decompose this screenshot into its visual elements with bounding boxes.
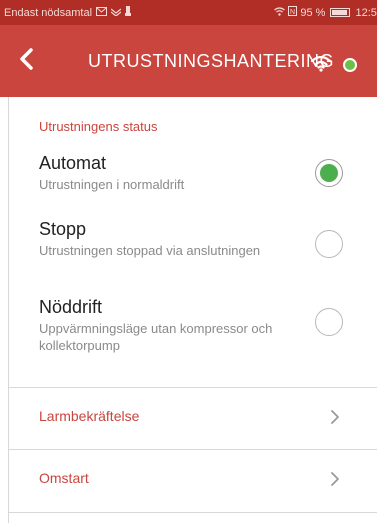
row-label: Omstart [39, 470, 89, 486]
option-title: Automat [39, 153, 107, 173]
page-title: UTRUSTNINGSHANTERING [88, 51, 335, 71]
back-button[interactable] [0, 25, 52, 97]
row-label: Larmbekräftelse [39, 408, 140, 424]
message-icon [96, 6, 108, 19]
status-bar-left: Endast nödsamtal [4, 6, 132, 19]
wifi-status-icon [274, 6, 286, 19]
notification-icon [125, 6, 132, 19]
nfc-icon: N [288, 6, 298, 19]
battery-percent: 95 % [300, 6, 326, 19]
clock: 12:55 [355, 6, 377, 19]
connection-status-indicator [343, 58, 357, 72]
option-automat[interactable]: Automat Utrustningen i normaldrift [9, 153, 377, 223]
section-header: Utrustningens status [39, 119, 158, 134]
divider [9, 512, 377, 513]
option-title: Nöddrift [39, 297, 103, 317]
option-description: Uppvärmningsläge utan kompressor och kol… [39, 321, 273, 353]
battery-icon [330, 8, 351, 17]
wifi-icon [310, 55, 332, 77]
location-icon [110, 7, 122, 19]
option-description: Utrustningen i normaldrift [39, 177, 185, 192]
carrier-text: Endast nödsamtal [4, 6, 93, 19]
restart-row[interactable]: Omstart [9, 450, 377, 510]
status-bar: Endast nödsamtal N 95 % 12:55 [0, 0, 377, 25]
chevron-right-icon [330, 471, 340, 492]
option-stopp[interactable]: Stopp Utrustningen stoppad via anslutnin… [9, 219, 377, 289]
alarm-acknowledge-row[interactable]: Larmbekräftelse [9, 388, 377, 448]
radio-selected-dot [320, 164, 338, 182]
radio-stopp[interactable] [315, 230, 343, 258]
radio-automat[interactable] [315, 159, 343, 187]
chevron-right-icon [330, 409, 340, 430]
svg-text:N: N [290, 9, 295, 16]
back-arrow-icon [17, 47, 35, 75]
radio-noddrift[interactable] [315, 308, 343, 336]
status-bar-right: N 95 % 12:55 [274, 6, 377, 19]
equipment-management-panel: Utrustningens status Automat Utrustninge… [8, 97, 377, 523]
app-bar: UTRUSTNINGSHANTERING [0, 25, 377, 97]
option-noddrift[interactable]: Nöddrift Uppvärmningsläge utan kompresso… [9, 297, 377, 367]
option-title: Stopp [39, 219, 87, 239]
option-description: Utrustningen stoppad via anslutningen [39, 243, 261, 258]
